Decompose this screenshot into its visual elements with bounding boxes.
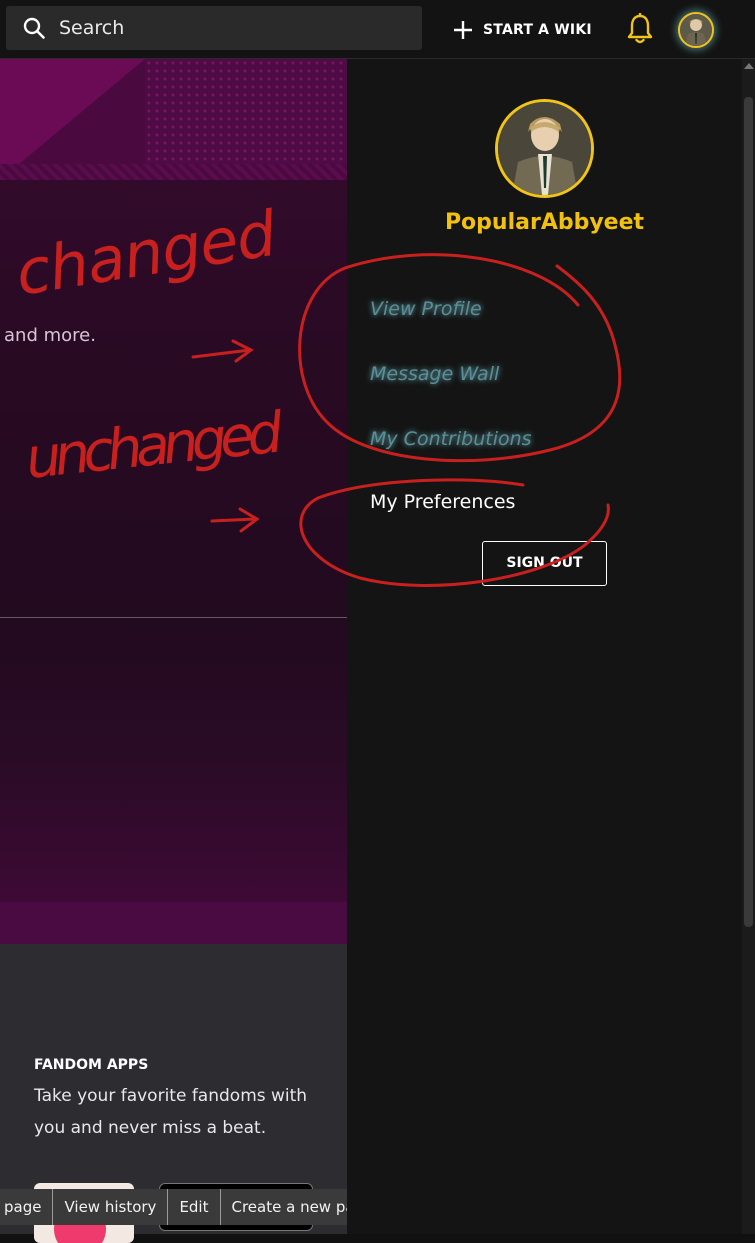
tool-view-history[interactable]: View history <box>53 1189 169 1225</box>
fandom-apps-text: Take your favorite fandoms with you and … <box>34 1086 308 1138</box>
search-icon <box>23 17 45 39</box>
page-band <box>0 902 347 944</box>
menu-message-wall[interactable]: Message Wall <box>370 363 499 385</box>
bell-icon[interactable] <box>626 12 654 46</box>
tool-edit[interactable]: Edit <box>168 1189 221 1225</box>
avatar-image <box>680 14 712 46</box>
search-input[interactable]: Search <box>6 6 422 50</box>
start-a-wiki-button[interactable]: START A WIKI <box>452 16 592 44</box>
sign-out-button[interactable]: SIGN OUT <box>482 541 607 586</box>
hero-triangle <box>0 59 145 180</box>
fandom-apps-heading: FANDOM APPS <box>34 1057 149 1073</box>
global-navigation: Search START A WIKI <box>0 0 755 59</box>
page-tools-bar: page View history Edit Create a new pag <box>0 1189 347 1225</box>
menu-my-preferences[interactable]: My Preferences <box>370 491 515 513</box>
page-partial-text: and more. <box>4 325 96 346</box>
hero-banner <box>0 59 347 180</box>
user-avatar-large[interactable] <box>495 99 594 198</box>
scrollbar-thumb[interactable] <box>744 97 753 927</box>
user-menu-panel <box>347 59 742 1234</box>
scrollbar[interactable] <box>742 59 755 1234</box>
section-divider <box>0 617 347 618</box>
plus-icon <box>454 21 472 39</box>
avatar[interactable] <box>678 12 714 48</box>
page-background <box>0 59 347 944</box>
start-a-wiki-label: START A WIKI <box>483 22 592 38</box>
search-placeholder: Search <box>59 17 125 39</box>
tool-create-page[interactable]: Create a new pag <box>221 1189 348 1225</box>
username[interactable]: PopularAbbyeet <box>347 210 742 235</box>
menu-my-contributions[interactable]: My Contributions <box>370 428 532 450</box>
tool-page[interactable]: page <box>0 1189 54 1225</box>
menu-view-profile[interactable]: View Profile <box>370 298 482 320</box>
scroll-up-icon[interactable] <box>744 63 754 69</box>
avatar-image <box>498 102 591 195</box>
hero-pattern <box>145 59 347 180</box>
hero-stripe <box>0 164 347 180</box>
